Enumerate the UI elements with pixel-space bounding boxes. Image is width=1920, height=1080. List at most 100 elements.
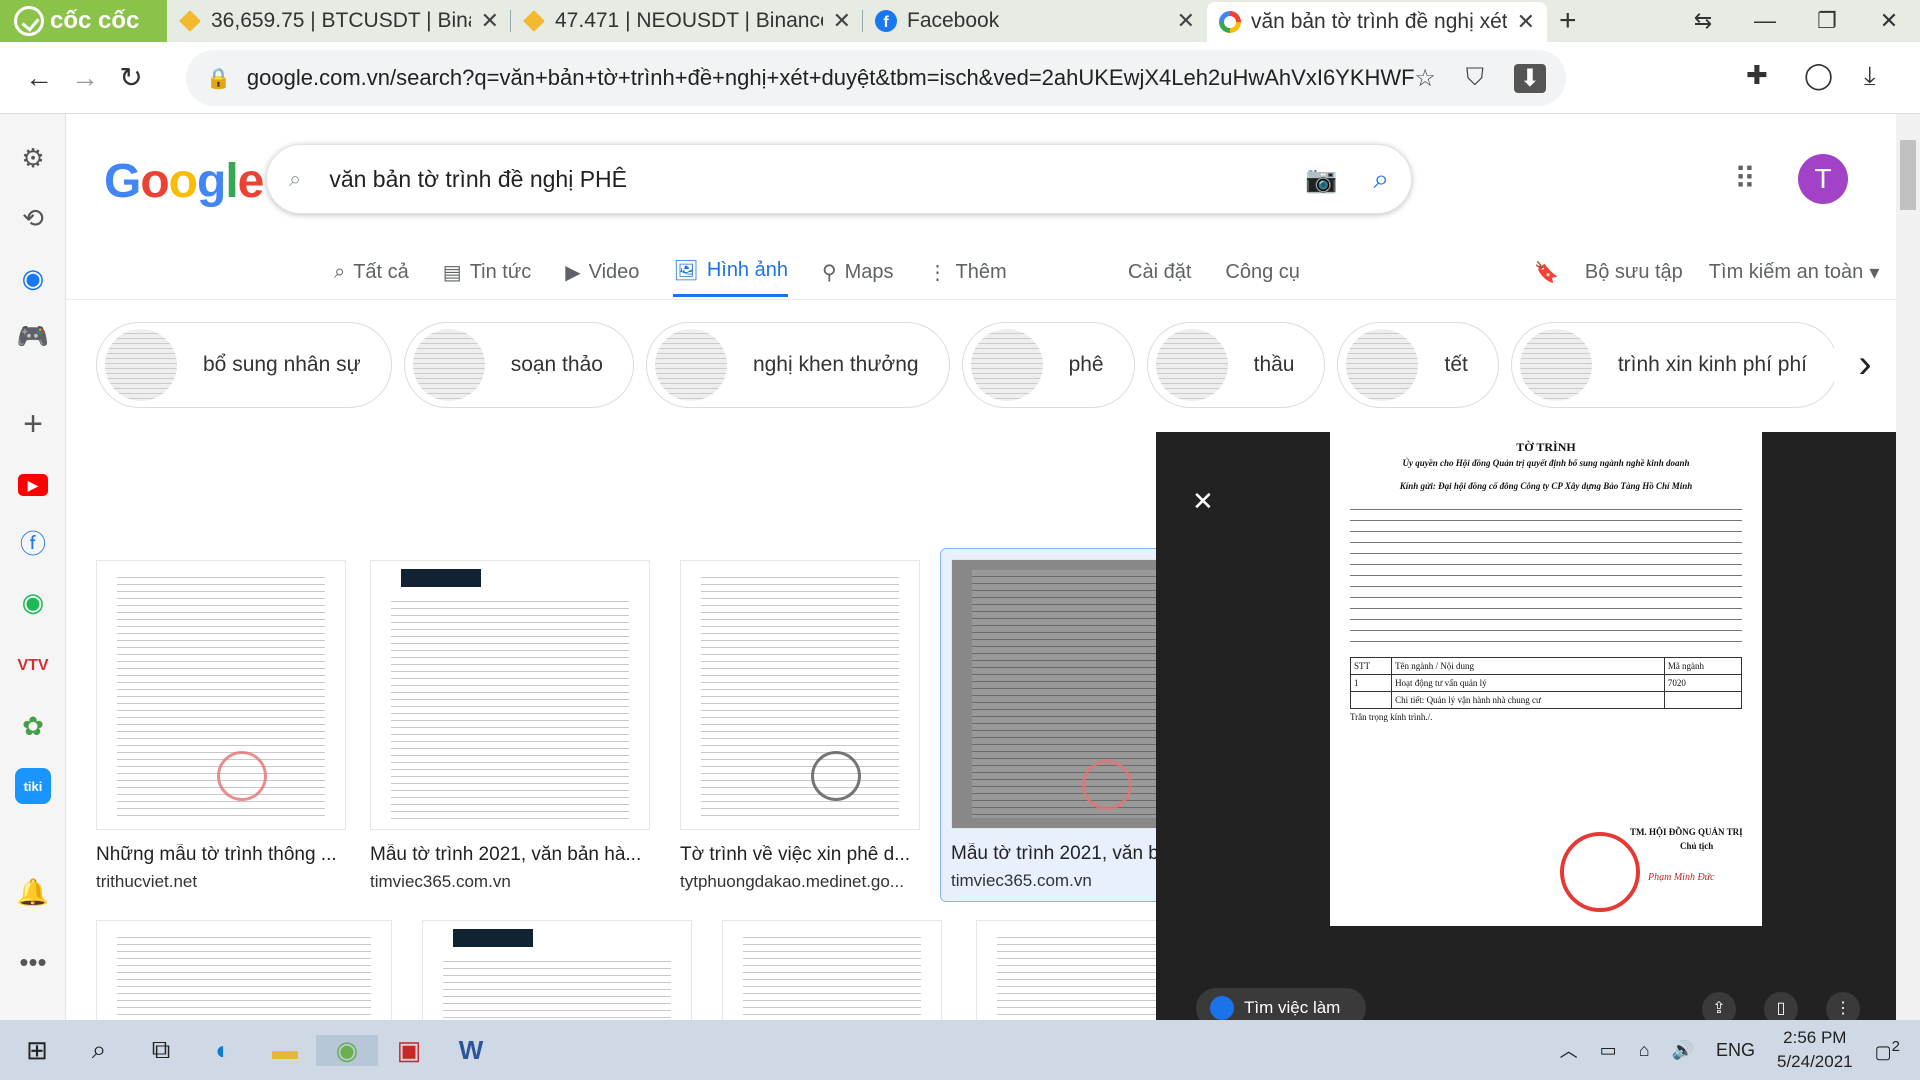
close-icon[interactable]: ✕ [1192, 486, 1214, 517]
close-icon[interactable]: ✕ [1177, 8, 1195, 34]
chip-item[interactable]: bổ sung nhân sự [96, 322, 392, 408]
spotify-icon[interactable]: ◉ [15, 584, 51, 620]
lock-icon[interactable]: 🔒 [206, 66, 231, 91]
history-icon[interactable]: ⟲ [15, 200, 51, 236]
image-result[interactable] [422, 920, 692, 1020]
network-icon[interactable]: ⌂ [1639, 1040, 1650, 1061]
close-window-icon[interactable]: ✕ [1858, 0, 1920, 42]
tools-link[interactable]: Công cụ [1225, 261, 1300, 284]
search-submit-icon[interactable]: ⌕ [1373, 163, 1389, 196]
image-result[interactable] [722, 920, 942, 1020]
windows-start-icon[interactable]: ⊞ [6, 1035, 68, 1066]
chevron-right-icon[interactable]: › [1834, 324, 1896, 410]
result-title[interactable]: Mẫu tờ trình 2021, văn bản hà... [370, 844, 650, 866]
clock[interactable]: 2:56 PM 5/24/2021 [1777, 1026, 1853, 1074]
apps-grid-icon[interactable]: ⠿ [1734, 162, 1756, 197]
chip-item[interactable]: phê [961, 322, 1135, 408]
safesearch-link[interactable]: Tìm kiếm an toàn [1709, 261, 1864, 284]
image-result[interactable]: Những mẫu tờ trình thông ... trithucviet… [96, 560, 346, 892]
downloads-icon[interactable]: ⤓ [1864, 60, 1876, 92]
result-source[interactable]: timviec365.com.vn [370, 872, 650, 892]
back-icon[interactable]: ← [16, 62, 62, 94]
result-thumbnail[interactable] [96, 920, 392, 1020]
close-icon[interactable]: ✕ [1517, 9, 1535, 35]
task-view-icon[interactable]: ⧉ [130, 1034, 192, 1066]
tab-all[interactable]: ⌕ Tất cả [334, 247, 409, 297]
result-source[interactable]: tytphuongdakao.medinet.go... [680, 872, 920, 892]
chip-item[interactable]: tết [1337, 322, 1499, 408]
url-text[interactable]: google.com.vn/search?q=văn+bản+tờ+trình+… [247, 65, 1414, 91]
coccoc-taskbar-icon[interactable]: ◉ [316, 1034, 378, 1066]
search-input[interactable]: văn bản tờ trình đề nghị PHÊ [329, 166, 1305, 193]
download-video-icon[interactable]: ⬇ [1513, 63, 1546, 93]
chip-item[interactable]: trình xin kinh phí phí [1510, 322, 1838, 408]
tab-video[interactable]: ▶ Video [565, 247, 639, 297]
unikey-icon[interactable]: ▣ [378, 1035, 440, 1066]
volume-icon[interactable]: 🔊 [1672, 1040, 1694, 1061]
browser-brand[interactable]: cốc cốc [0, 0, 167, 42]
search-box[interactable]: ⌕ văn bản tờ trình đề nghị PHÊ 📷 ⌕ [266, 144, 1412, 214]
chip-item[interactable]: thầu [1146, 322, 1326, 408]
vtv-icon[interactable]: VTV [15, 648, 51, 684]
more-horizontal-icon[interactable]: ••• [15, 944, 51, 980]
minimize-icon[interactable]: — [1734, 0, 1796, 42]
result-thumbnail[interactable] [422, 920, 692, 1020]
facebook-sidebar-icon[interactable]: ⓕ [15, 524, 51, 560]
avatar[interactable]: T [1798, 154, 1848, 204]
image-result[interactable]: Tờ trình về việc xin phê d... tytphuongd… [680, 560, 920, 892]
tab-search-icon[interactable]: ⇆ [1672, 0, 1734, 42]
new-tab-button[interactable]: + [1547, 0, 1587, 42]
result-thumbnail[interactable] [96, 560, 346, 830]
profile-icon[interactable]: ◯ [1804, 60, 1833, 91]
reload-icon[interactable]: ↻ [108, 61, 154, 94]
chevron-up-icon[interactable]: ︿ [1560, 1037, 1578, 1063]
tab-news[interactable]: ▤ Tin tức [443, 247, 531, 297]
chip-item[interactable]: nghị khen thưởng [645, 322, 950, 408]
tab-neousdt[interactable]: 47.471 | NEOUSDT | Binance ✕ [511, 0, 863, 42]
result-source[interactable]: trithucviet.net [96, 872, 346, 892]
extensions-puzzle-icon[interactable]: ✚ [1746, 60, 1768, 91]
tab-btcusdt[interactable]: 36,659.75 | BTCUSDT | Binance ✕ [167, 0, 511, 42]
file-explorer-icon[interactable]: ▬ [254, 1035, 316, 1066]
tiki-icon[interactable]: tiki [15, 768, 51, 804]
settings-link[interactable]: Cài đặt [1128, 261, 1191, 284]
result-title[interactable]: Tờ trình về việc xin phê d... [680, 844, 920, 866]
game-controller-icon[interactable]: 🎮 [15, 318, 51, 354]
result-title[interactable]: Những mẫu tờ trình thông ... [96, 844, 346, 866]
restore-icon[interactable]: ❐ [1796, 0, 1858, 42]
chevron-down-icon[interactable]: ▾ [1869, 260, 1879, 285]
notifications-icon[interactable]: ▢2 [1875, 1038, 1900, 1063]
bookmark-icon[interactable]: 🔖 [1534, 260, 1559, 285]
language-indicator[interactable]: ENG [1716, 1040, 1755, 1061]
shield-icon[interactable]: ⛉ [1466, 64, 1484, 93]
word-icon[interactable]: W [440, 1035, 502, 1066]
messenger-icon[interactable]: ◉ [15, 260, 51, 296]
settings-gear-icon[interactable]: ⚙ [15, 140, 51, 176]
tab-google-search[interactable]: văn bản tờ trình đề nghị xét ✕ [1207, 2, 1547, 42]
result-thumbnail[interactable] [722, 920, 942, 1020]
edge-icon[interactable]: ◐ [192, 1035, 254, 1066]
image-result[interactable] [96, 920, 392, 1020]
page-scrollbar[interactable] [1896, 114, 1920, 1020]
chip-item[interactable]: soạn thảo [403, 322, 634, 408]
battery-icon[interactable]: ▭ [1600, 1040, 1617, 1061]
camera-icon[interactable]: 📷 [1305, 164, 1337, 195]
bookmark-star-icon[interactable]: ☆ [1414, 64, 1436, 93]
add-icon[interactable]: + [15, 405, 51, 443]
tab-facebook[interactable]: f Facebook ✕ [863, 0, 1207, 42]
image-result[interactable]: Mẫu tờ trình 2021, văn bản hà... timviec… [370, 560, 650, 892]
result-thumbnail[interactable] [370, 560, 650, 830]
google-logo[interactable]: Google [104, 154, 264, 209]
forward-icon[interactable]: → [62, 62, 108, 94]
close-icon[interactable]: ✕ [833, 8, 851, 34]
tab-more[interactable]: ⋮ Thêm [928, 247, 1007, 297]
coccoc-game-icon[interactable]: ✿ [15, 708, 51, 744]
notifications-bell-icon[interactable]: 🔔 [15, 874, 51, 910]
tab-maps[interactable]: ⚲ Maps [822, 247, 894, 297]
collections-link[interactable]: Bộ sưu tập [1585, 261, 1683, 284]
tab-images[interactable]: 🖼 Hình ảnh [673, 247, 788, 297]
preview-image[interactable]: TỜ TRÌNH Ủy quyền cho Hội đồng Quản trị … [1330, 432, 1762, 926]
result-thumbnail[interactable] [680, 560, 920, 830]
search-icon[interactable]: ⌕ [68, 1034, 130, 1066]
scrollbar-thumb[interactable] [1900, 140, 1916, 210]
